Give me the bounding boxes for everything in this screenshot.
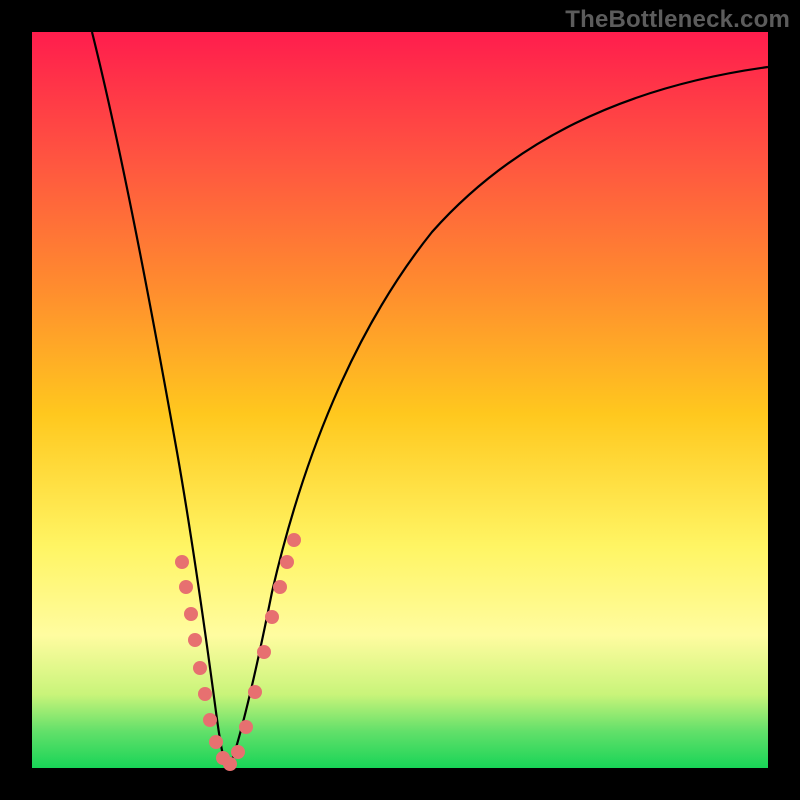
marker-dot (257, 645, 271, 659)
marker-dot (231, 745, 245, 759)
marker-dot (175, 555, 189, 569)
marker-dot (209, 735, 223, 749)
marker-dot (223, 757, 237, 771)
marker-dot (239, 720, 253, 734)
bottleneck-curve (92, 32, 768, 768)
marker-dot (193, 661, 207, 675)
marker-group (175, 533, 301, 771)
curve-layer (32, 32, 768, 768)
marker-dot (265, 610, 279, 624)
marker-dot (203, 713, 217, 727)
marker-dot (198, 687, 212, 701)
marker-dot (188, 633, 202, 647)
marker-dot (179, 580, 193, 594)
plot-area (32, 32, 768, 768)
marker-dot (280, 555, 294, 569)
marker-dot (273, 580, 287, 594)
marker-dot (184, 607, 198, 621)
marker-dot (248, 685, 262, 699)
watermark-text: TheBottleneck.com (565, 6, 790, 34)
chart-frame: TheBottleneck.com (0, 0, 800, 800)
marker-dot (287, 533, 301, 547)
